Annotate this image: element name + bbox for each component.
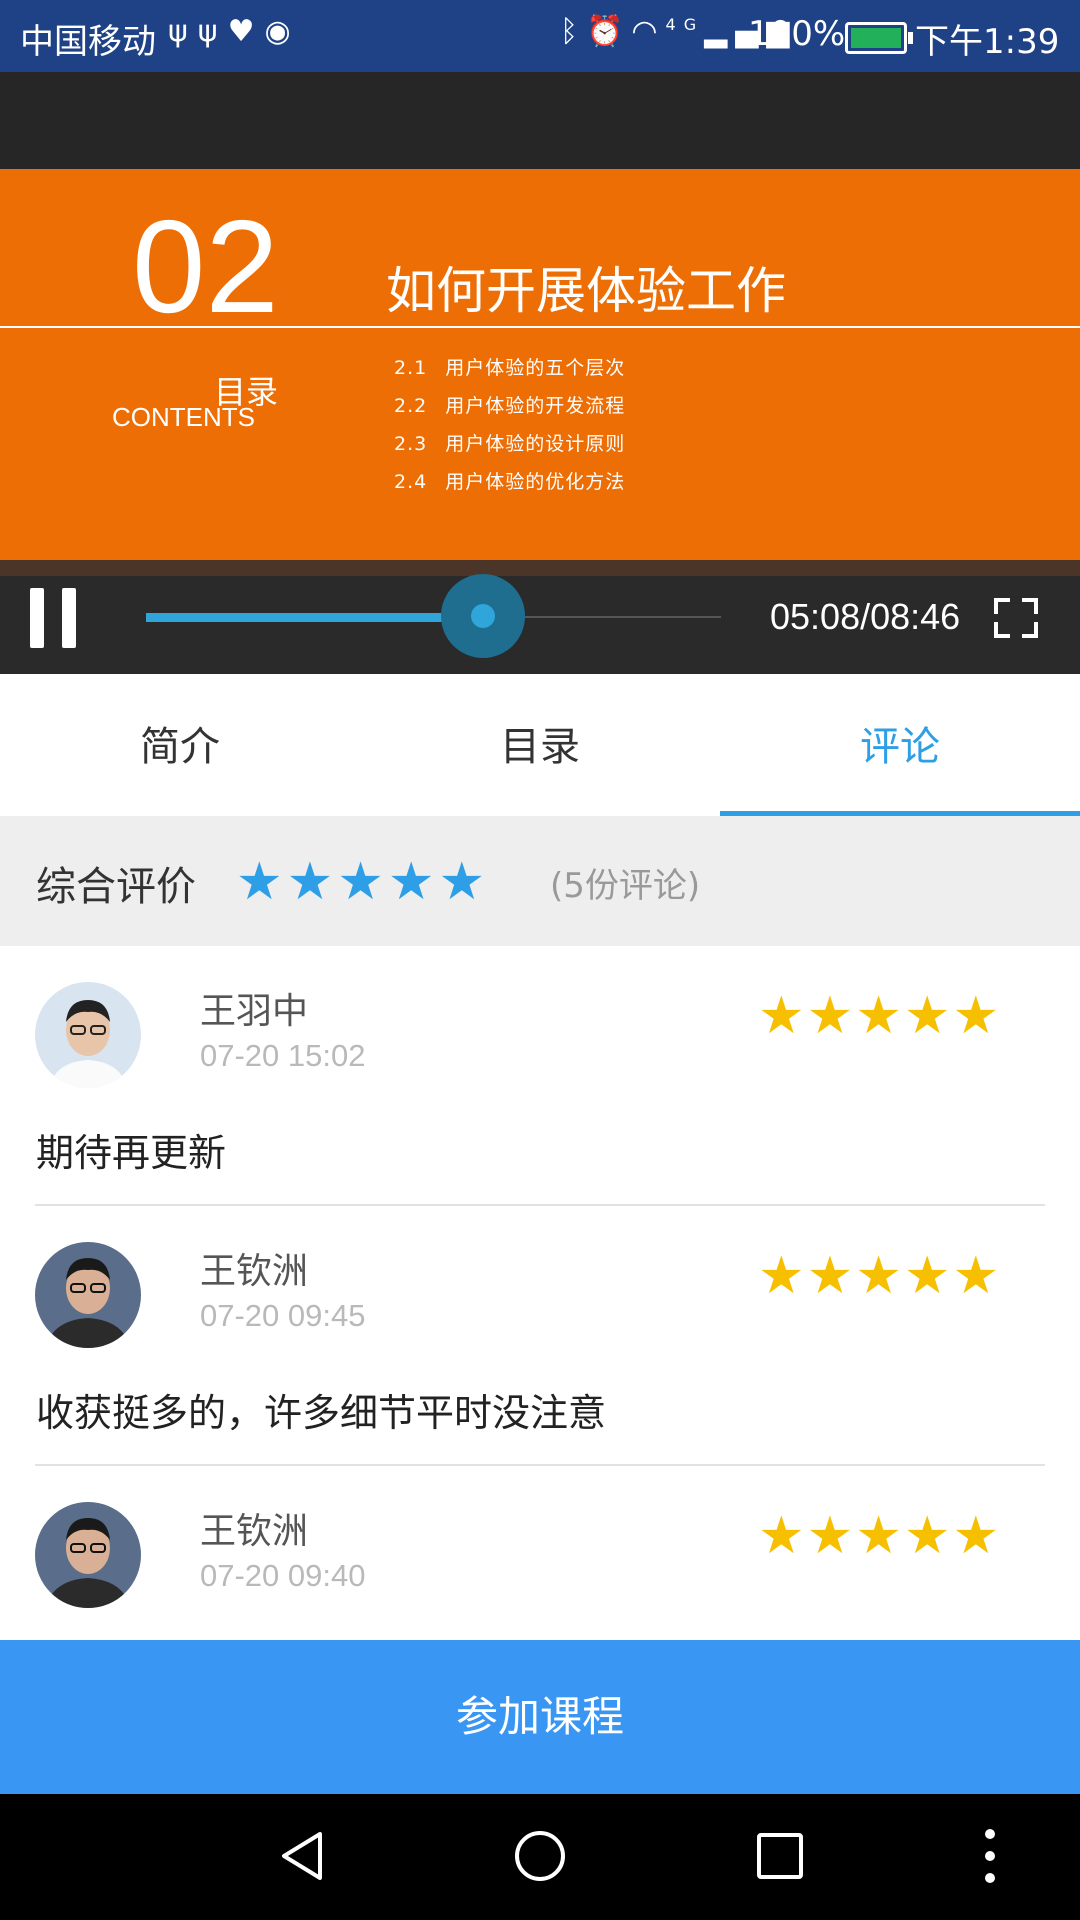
recents-icon[interactable] bbox=[750, 1826, 810, 1886]
fullscreen-icon-corner bbox=[1022, 622, 1038, 638]
review-date: 07-20 15:02 bbox=[200, 1038, 366, 1073]
review-item: 王钦洲 07-20 09:45 ★★★★★ 收获挺多的，许多细节平时没注意 bbox=[0, 1206, 1080, 1466]
battery-percent: 100% bbox=[748, 14, 846, 54]
review-star-rating: ★★★★★ bbox=[758, 986, 1002, 1046]
clock: 下午1:39 bbox=[915, 22, 1060, 62]
home-icon[interactable] bbox=[510, 1826, 570, 1886]
toc-item: 2.2 用户体验的开发流程 bbox=[394, 395, 626, 417]
wifi-icon: ◠ bbox=[631, 14, 666, 49]
bluetooth-icon: ᛒ bbox=[560, 14, 586, 49]
more-icon[interactable] bbox=[975, 1826, 1005, 1886]
pause-icon-bar bbox=[62, 588, 76, 648]
toc-item: 2.4 用户体验的优化方法 bbox=[394, 471, 626, 493]
system-nav-bar bbox=[0, 1794, 1080, 1920]
review-item: 王羽中 07-20 15:02 ★★★★★ 期待再更新 bbox=[0, 946, 1080, 1206]
review-date: 07-20 09:40 bbox=[200, 1558, 366, 1593]
slide-divider bbox=[0, 326, 1080, 328]
progress-thumb[interactable] bbox=[441, 574, 525, 658]
pause-icon bbox=[30, 588, 44, 648]
review-item: 王钦洲 07-20 09:40 ★★★★★ bbox=[0, 1466, 1080, 1640]
fullscreen-button[interactable] bbox=[994, 598, 1038, 638]
overall-rating: 综合评价 ★★★★★ (5份评论) bbox=[0, 816, 1080, 946]
overall-star-rating: ★★★★★ bbox=[236, 852, 490, 912]
toc-label-en: CONTENTS bbox=[112, 402, 255, 432]
toc-item: 2.3 用户体验的设计原则 bbox=[394, 433, 626, 455]
reviewer-name: 王羽中 bbox=[200, 991, 309, 1032]
tab-comments[interactable]: 评论 bbox=[720, 674, 1080, 816]
video-frame[interactable]: 02 如何开展体验工作 目录 CONTENTS 2.1 用户体验的五个层次 2.2… bbox=[0, 169, 1080, 560]
alarm-icon: ⏰ bbox=[586, 14, 632, 49]
fullscreen-icon-corner bbox=[994, 622, 1010, 638]
review-count: (5份评论) bbox=[550, 866, 701, 906]
tab-intro[interactable]: 简介 bbox=[0, 674, 360, 816]
review-star-rating: ★★★★★ bbox=[758, 1506, 1002, 1566]
review-comment: 收获挺多的，许多细节平时没注意 bbox=[36, 1391, 607, 1435]
chapter-number: 02 bbox=[132, 193, 279, 340]
back-icon[interactable] bbox=[272, 1826, 332, 1886]
usb-icon: ψ bbox=[197, 14, 228, 49]
tab-catalog[interactable]: 目录 bbox=[360, 674, 720, 816]
notification-icons: ψψ♥◉ bbox=[168, 14, 301, 49]
usb-icon: ψ bbox=[168, 14, 198, 49]
app-icon: ◉ bbox=[264, 14, 301, 49]
review-star-rating: ★★★★★ bbox=[758, 1246, 1002, 1306]
time-label: 05:08/08:46 bbox=[770, 596, 961, 637]
pause-button[interactable] bbox=[30, 588, 78, 648]
fullscreen-icon bbox=[994, 598, 1010, 614]
progress-fill bbox=[146, 613, 483, 622]
fullscreen-icon-corner bbox=[1022, 598, 1038, 614]
review-comment: 期待再更新 bbox=[36, 1131, 227, 1175]
carrier-name: 中国移动 bbox=[20, 22, 156, 62]
health-icon: ♥ bbox=[227, 14, 265, 49]
reviewer-name: 王钦洲 bbox=[200, 1511, 309, 1552]
tab-bar: 简介 目录 评论 bbox=[0, 674, 1080, 816]
reviewer-name: 王钦洲 bbox=[200, 1251, 309, 1292]
video-top-area[interactable] bbox=[0, 72, 1080, 169]
chapter-title: 如何开展体验工作 bbox=[386, 262, 786, 320]
avatar[interactable] bbox=[35, 1242, 141, 1348]
toc-item: 2.1 用户体验的五个层次 bbox=[394, 357, 626, 379]
avatar[interactable] bbox=[35, 1502, 141, 1608]
player-controls: 05:08/08:46 bbox=[0, 560, 1080, 674]
join-course-button[interactable]: 参加课程 bbox=[0, 1640, 1080, 1794]
video-bottom-edge bbox=[0, 560, 1080, 576]
overall-rating-label: 综合评价 bbox=[36, 864, 196, 910]
review-date: 07-20 09:45 bbox=[200, 1298, 366, 1333]
battery-icon bbox=[845, 22, 913, 54]
avatar[interactable] bbox=[35, 982, 141, 1088]
status-bar: 中国移动 ψψ♥◉ ᛒ⏰◠4G▂▄▆ 100% 下午1:39 bbox=[0, 0, 1080, 72]
